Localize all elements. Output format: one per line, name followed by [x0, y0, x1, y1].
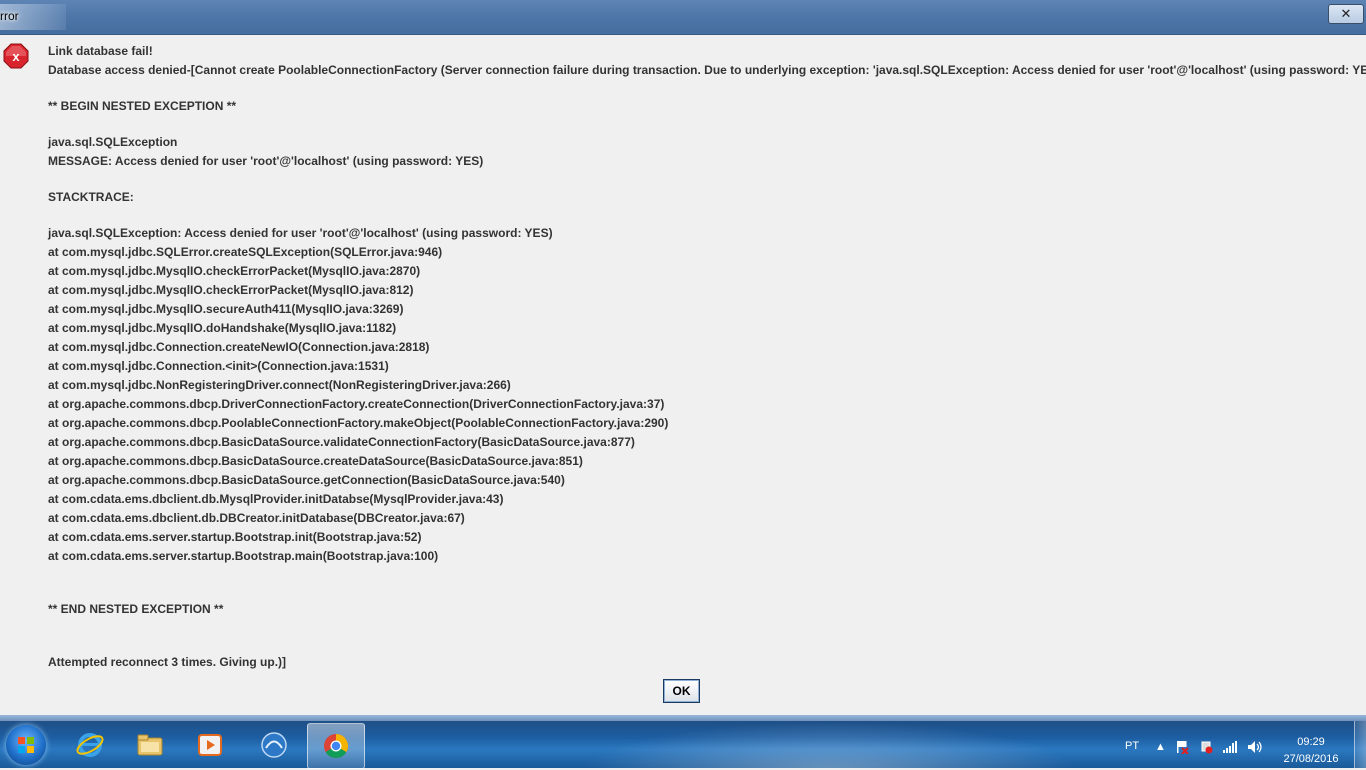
network-signal-icon[interactable]	[1222, 740, 1238, 754]
clock-time: 09:29	[1297, 736, 1325, 748]
error-message: Link database fail! Database access denie…	[48, 44, 1366, 674]
message-line: at com.cdata.ems.server.startup.Bootstra…	[48, 549, 439, 563]
message-line: at org.apache.commons.dbcp.PoolableConne…	[48, 416, 669, 430]
taskbar-app-chrome[interactable]	[307, 723, 365, 769]
volume-icon[interactable]	[1247, 740, 1263, 754]
message-line: at com.mysql.jdbc.MysqlIO.checkErrorPack…	[48, 264, 421, 278]
chrome-icon	[324, 734, 349, 759]
start-button[interactable]	[6, 725, 46, 765]
show-desktop-button[interactable]	[1354, 721, 1366, 768]
message-line: at com.mysql.jdbc.MysqlIO.doHandshake(My…	[48, 321, 397, 335]
message-line: at com.mysql.jdbc.Connection.<init>(Conn…	[48, 359, 389, 373]
message-line: Database access denied-[Cannot create Po…	[48, 63, 1366, 77]
message-line: at org.apache.commons.dbcp.BasicDataSour…	[48, 473, 565, 487]
ok-button[interactable]: OK	[663, 679, 700, 703]
show-hidden-icons-icon[interactable]: ▲	[1155, 741, 1166, 753]
message-line: MESSAGE: Access denied for user 'root'@'…	[48, 154, 484, 168]
message-line: at com.mysql.jdbc.SQLError.createSQLExce…	[48, 245, 443, 259]
window-title: rror	[0, 9, 19, 23]
message-line: java.sql.SQLException: Access denied for…	[48, 226, 553, 240]
internet-explorer-icon	[76, 733, 104, 757]
close-button[interactable]: ✕	[1328, 4, 1364, 24]
message-line: at com.cdata.ems.dbclient.db.DBCreator.i…	[48, 511, 465, 525]
message-line: at com.mysql.jdbc.Connection.createNewIO…	[48, 340, 430, 354]
message-line: at com.mysql.jdbc.NonRegisteringDriver.c…	[48, 378, 511, 392]
message-line: at com.cdata.ems.dbclient.db.MysqlProvid…	[48, 492, 504, 506]
file-explorer-icon	[137, 734, 163, 756]
window-title-bar[interactable]: rror ✕	[0, 0, 1366, 35]
message-line: Attempted reconnect 3 times. Giving up.)…	[48, 655, 287, 669]
blue-circle-app-icon	[261, 732, 287, 758]
message-line: at org.apache.commons.dbcp.BasicDataSour…	[48, 435, 635, 449]
message-line: at com.mysql.jdbc.MysqlIO.checkErrorPack…	[48, 283, 414, 297]
message-line: at com.cdata.ems.server.startup.Bootstra…	[48, 530, 422, 544]
error-dialog: x Link database fail! Database access den…	[0, 35, 1366, 715]
system-clock[interactable]: 09:29 27/08/2016	[1280, 734, 1342, 768]
taskbar: PT ▲ 09:29 27/08/2016	[0, 721, 1366, 769]
svg-text:x: x	[12, 49, 20, 64]
action-center-flag-icon[interactable]	[1175, 740, 1189, 754]
message-line: java.sql.SQLException	[48, 135, 178, 149]
clock-date: 27/08/2016	[1283, 753, 1339, 765]
message-line: at org.apache.commons.dbcp.DriverConnect…	[48, 397, 665, 411]
media-player-icon	[198, 734, 222, 756]
language-indicator[interactable]: PT	[1125, 740, 1139, 752]
taskbar-app-blue[interactable]	[246, 723, 302, 767]
taskbar-app-explorer[interactable]	[122, 723, 178, 767]
message-line: ** BEGIN NESTED EXCEPTION **	[48, 99, 237, 113]
taskbar-app-media[interactable]	[182, 723, 238, 767]
usb-device-icon[interactable]	[1199, 740, 1213, 754]
taskbar-app-ie[interactable]	[62, 723, 118, 767]
taskbar-sheen	[580, 721, 1080, 768]
message-line: at org.apache.commons.dbcp.BasicDataSour…	[48, 454, 583, 468]
error-icon: x	[3, 43, 29, 69]
message-line: STACKTRACE:	[48, 190, 134, 204]
message-line: at com.mysql.jdbc.MysqlIO.secureAuth411(…	[48, 302, 404, 316]
message-line: Link database fail!	[48, 44, 153, 58]
windows-logo-icon	[18, 737, 34, 753]
message-line: ** END NESTED EXCEPTION **	[48, 602, 224, 616]
